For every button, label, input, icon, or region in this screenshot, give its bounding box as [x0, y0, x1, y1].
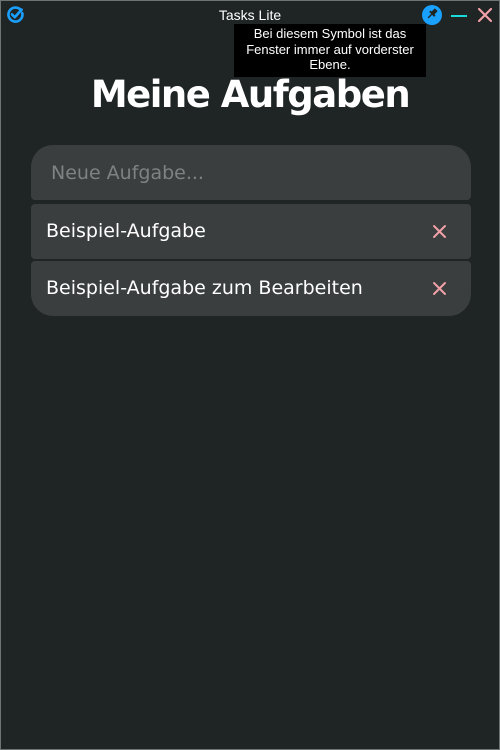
delete-task-button[interactable]	[431, 223, 448, 240]
task-item[interactable]: Beispiel-Aufgabe	[31, 204, 471, 259]
pin-icon	[425, 6, 439, 25]
delete-x-icon	[431, 225, 448, 244]
tooltip-line: Ebene.	[309, 57, 351, 72]
pin-button[interactable]	[422, 5, 442, 25]
tooltip-line: Fenster immer auf vorderster	[246, 41, 414, 57]
task-label: Beispiel-Aufgabe	[46, 220, 206, 242]
task-label: Beispiel-Aufgabe zum Bearbeiten	[46, 277, 363, 299]
page-title: Meine Aufgaben	[90, 73, 411, 116]
delete-task-button[interactable]	[431, 280, 448, 297]
minimize-icon	[451, 15, 467, 17]
close-button[interactable]	[475, 5, 495, 25]
close-icon	[475, 7, 495, 29]
tooltip-line: Bei diesem Symbol ist das	[253, 26, 407, 41]
minimize-button[interactable]	[449, 5, 469, 25]
pin-tooltip: Bei diesem Symbol ist das Fenster immer …	[234, 24, 426, 77]
app-window: Tasks Lite Meine Aufgaben Neue Aufgabe..…	[0, 0, 500, 750]
task-item[interactable]: Beispiel-Aufgabe zum Bearbeiten	[31, 261, 471, 316]
delete-x-icon	[431, 282, 448, 301]
new-task-input[interactable]	[31, 145, 471, 200]
